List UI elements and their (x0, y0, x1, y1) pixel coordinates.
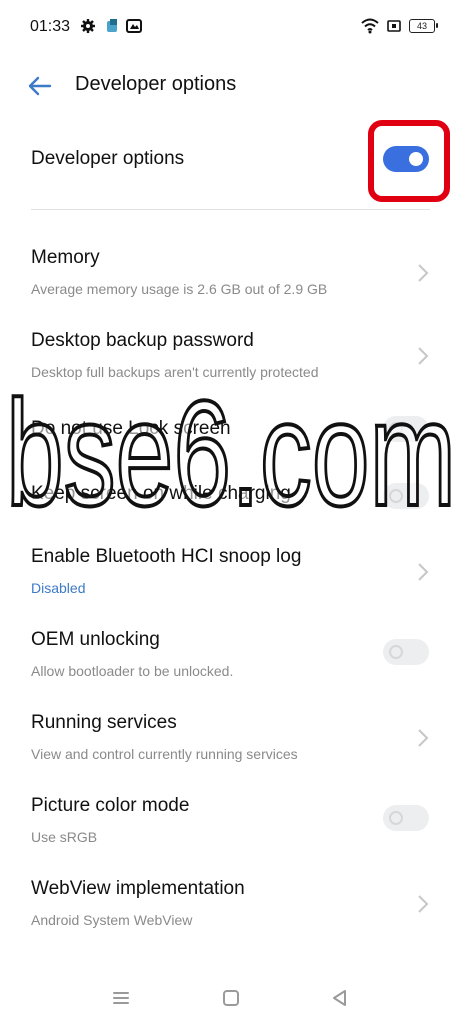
setting-row-picture-color-mode[interactable]: Picture color mode Use sRGB (0, 795, 461, 875)
setting-subtitle: Allow bootloader to be unlocked. (31, 663, 234, 679)
status-bar: 01:33 43 (0, 0, 461, 56)
setting-title: Desktop backup password (31, 330, 254, 351)
chevron-right-icon (418, 729, 429, 747)
setting-subtitle: Average memory usage is 2.6 GB out of 2.… (31, 281, 328, 297)
wifi-icon (361, 18, 379, 34)
chevron-right-icon (418, 264, 429, 282)
setting-subtitle: Android System WebView (31, 912, 193, 928)
setting-title: Enable Bluetooth HCI snoop log (31, 546, 302, 567)
back-icon[interactable] (328, 986, 352, 1010)
setting-title: OEM unlocking (31, 629, 160, 650)
setting-title: Running services (31, 712, 177, 733)
keep-screen-on-toggle[interactable] (383, 483, 429, 509)
setting-row-bluetooth-hci-snoop-log[interactable]: Enable Bluetooth HCI snoop log Disabled (0, 546, 461, 626)
toggle-knob (409, 152, 423, 166)
back-arrow-icon[interactable] (24, 72, 54, 100)
setting-row-memory[interactable]: Memory Average memory usage is 2.6 GB ou… (0, 247, 461, 327)
setting-row-oem-unlocking[interactable]: OEM unlocking Allow bootloader to be unl… (0, 629, 461, 709)
battery-indicator: 43 (409, 19, 438, 33)
home-icon[interactable] (219, 986, 243, 1010)
developer-options-toggle[interactable] (383, 146, 429, 172)
setting-subtitle: Disabled (31, 580, 86, 596)
setting-row-desktop-backup-password[interactable]: Desktop backup password Desktop full bac… (0, 330, 461, 410)
divider (31, 209, 430, 210)
picture-color-mode-toggle[interactable] (383, 805, 429, 831)
gear-icon (81, 19, 95, 33)
app-bar: Developer options (0, 66, 461, 106)
navigation-bar (0, 972, 461, 1024)
chevron-right-icon (418, 895, 429, 913)
setting-title: Memory (31, 247, 100, 268)
setting-subtitle: View and control currently running servi… (31, 746, 298, 762)
setting-title: Keep screen on while charging (31, 483, 291, 504)
setting-title: Do not use Lock screen (31, 418, 231, 439)
menu-icon[interactable] (109, 986, 133, 1010)
setting-row-running-services[interactable]: Running services View and control curren… (0, 712, 461, 792)
toggle-knob (389, 645, 403, 659)
master-toggle-label: Developer options (31, 148, 185, 169)
developer-options-master-row[interactable]: Developer options (0, 120, 461, 202)
chevron-right-icon (418, 563, 429, 581)
gallery-icon (126, 19, 142, 33)
toggle-knob (389, 811, 403, 825)
sim-icon (387, 20, 401, 32)
setting-subtitle: Desktop full backups aren't currently pr… (31, 364, 319, 380)
lock-screen-toggle[interactable] (383, 416, 429, 442)
oem-unlocking-toggle[interactable] (383, 639, 429, 665)
setting-row-webview-implementation[interactable]: WebView implementation Android System We… (0, 878, 461, 958)
app-icon (107, 19, 117, 32)
setting-title: WebView implementation (31, 878, 245, 899)
status-time: 01:33 (30, 18, 71, 35)
setting-subtitle: Use sRGB (31, 829, 98, 845)
page-title: Developer options (75, 73, 237, 95)
setting-title: Picture color mode (31, 795, 190, 816)
toggle-knob (389, 422, 403, 436)
chevron-right-icon (418, 347, 429, 365)
toggle-knob (389, 489, 403, 503)
